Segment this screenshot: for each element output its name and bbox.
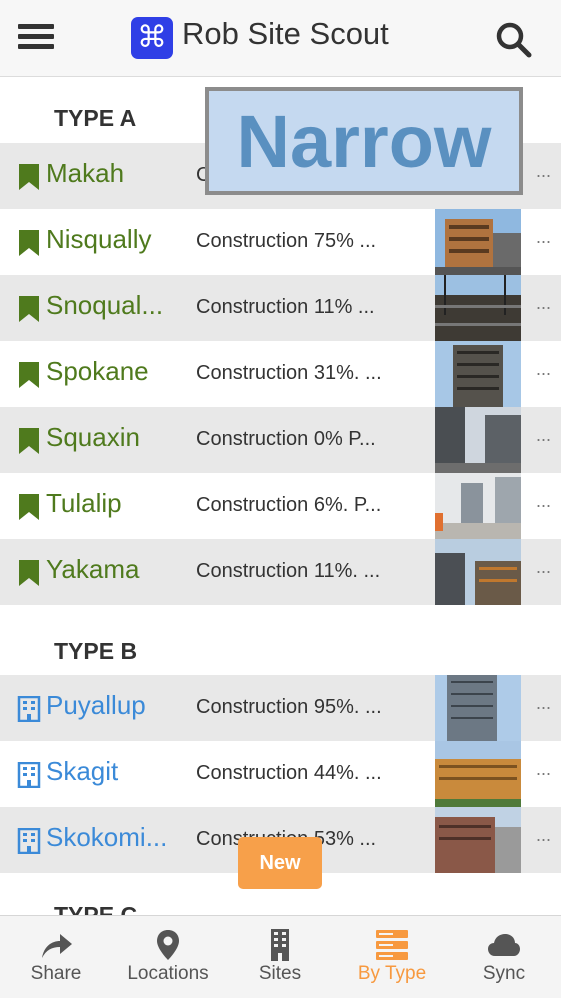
site-description: Construction 75% ... — [196, 230, 377, 252]
list-item[interactable]: Snoqual... Construction 11% ... ... — [0, 275, 561, 341]
more-options-icon[interactable]: ... — [536, 557, 551, 578]
site-photo-thumbnail[interactable] — [435, 407, 521, 473]
bookmark-icon — [19, 494, 39, 520]
site-description: Construction 95%. ... — [196, 696, 382, 718]
site-photo-thumbnail[interactable] — [435, 807, 521, 873]
top-app-bar: ⌘ Rob Site Scout — [0, 0, 561, 77]
list-item[interactable]: Tulalip Construction 6%. P... ... — [0, 473, 561, 539]
more-options-icon[interactable]: ... — [536, 759, 551, 780]
site-photo-thumbnail[interactable] — [435, 539, 521, 605]
hamburger-menu-icon[interactable] — [18, 22, 54, 52]
site-photo-thumbnail[interactable] — [435, 275, 521, 341]
tab-by-type[interactable]: By Type — [336, 916, 448, 998]
building-icon — [17, 828, 41, 854]
search-icon[interactable] — [494, 20, 534, 60]
site-photo-thumbnail[interactable] — [435, 473, 521, 539]
more-options-icon[interactable]: ... — [536, 425, 551, 446]
app-logo-icon: ⌘ — [131, 17, 173, 59]
list-item[interactable]: Skagit Construction 44%. ... ... — [0, 741, 561, 807]
tab-sites[interactable]: Sites — [224, 916, 336, 998]
share-icon — [42, 934, 72, 958]
list-item[interactable]: Spokane Construction 31%. ... ... — [0, 341, 561, 407]
tab-sync[interactable]: Sync — [448, 916, 560, 998]
more-options-icon[interactable]: ... — [536, 693, 551, 714]
site-photo-thumbnail[interactable] — [435, 209, 521, 275]
site-name: Puyallup — [46, 690, 146, 720]
bookmark-icon — [19, 362, 39, 388]
section-header-type-b: TYPE B — [54, 638, 138, 664]
cloud-icon — [488, 934, 520, 956]
bookmark-icon — [19, 428, 39, 454]
bookmark-icon — [19, 230, 39, 256]
more-options-icon[interactable]: ... — [536, 227, 551, 248]
building-icon — [17, 762, 41, 788]
site-description: Construction 0% P... — [196, 428, 376, 450]
site-photo-thumbnail[interactable] — [435, 341, 521, 407]
tab-locations[interactable]: Locations — [112, 916, 224, 998]
tab-label: Sync — [482, 963, 526, 984]
app-title: Rob Site Scout — [182, 16, 389, 51]
site-name: Skagit — [46, 756, 119, 786]
list-item[interactable]: Nisqually Construction 75% ... ... — [0, 209, 561, 275]
tab-label: By Type — [357, 963, 427, 984]
bookmark-icon — [19, 296, 39, 322]
site-description: Construction 31%. ... — [196, 362, 382, 384]
tab-label: Share — [30, 963, 82, 984]
tab-label: Sites — [258, 963, 302, 984]
more-options-icon[interactable]: ... — [536, 825, 551, 846]
new-button[interactable]: New — [238, 837, 322, 889]
site-name: Skokomi... — [46, 822, 168, 852]
bookmark-icon — [19, 560, 39, 586]
section-header-type-c: TYPE C — [54, 902, 138, 915]
building-icon — [271, 929, 289, 961]
bookmark-icon — [19, 164, 39, 190]
site-description: Construction 11% ... — [196, 296, 375, 318]
more-options-icon[interactable]: ... — [536, 359, 551, 380]
site-name: Nisqually — [46, 224, 152, 254]
site-name: Yakama — [46, 554, 140, 584]
tab-share[interactable]: Share — [0, 916, 112, 998]
site-description: Construction 6%. P... — [196, 494, 382, 516]
site-name: Makah — [46, 158, 125, 188]
more-options-icon[interactable]: ... — [536, 293, 551, 314]
bottom-tab-bar: Share Locations Sites By Type Sync — [0, 915, 561, 998]
tab-label: Locations — [127, 963, 209, 984]
site-description: Construction 44%. ... — [196, 762, 382, 784]
site-name: Spokane — [46, 356, 149, 386]
list-item[interactable]: Puyallup Construction 95%. ... ... — [0, 675, 561, 741]
site-photo-thumbnail[interactable] — [435, 741, 521, 807]
site-list: TYPE A Makah C ... Nisqually Constructio… — [0, 77, 561, 915]
more-options-icon[interactable]: ... — [536, 161, 551, 182]
list-item[interactable]: Yakama Construction 11%. ... ... — [0, 539, 561, 605]
location-pin-icon — [157, 930, 179, 960]
building-icon — [17, 696, 41, 722]
site-description: Construction 11%. ... — [196, 560, 381, 582]
site-name: Tulalip — [46, 488, 122, 518]
more-options-icon[interactable]: ... — [536, 491, 551, 512]
list-item[interactable]: Squaxin Construction 0% P... ... — [0, 407, 561, 473]
site-name: Squaxin — [46, 422, 140, 452]
site-photo-thumbnail[interactable] — [435, 675, 521, 741]
section-header-type-a: TYPE A — [54, 105, 137, 131]
narrow-filter-label[interactable]: Narrow — [205, 87, 523, 195]
server-stack-icon — [376, 930, 408, 960]
site-name: Snoqual... — [46, 290, 164, 320]
